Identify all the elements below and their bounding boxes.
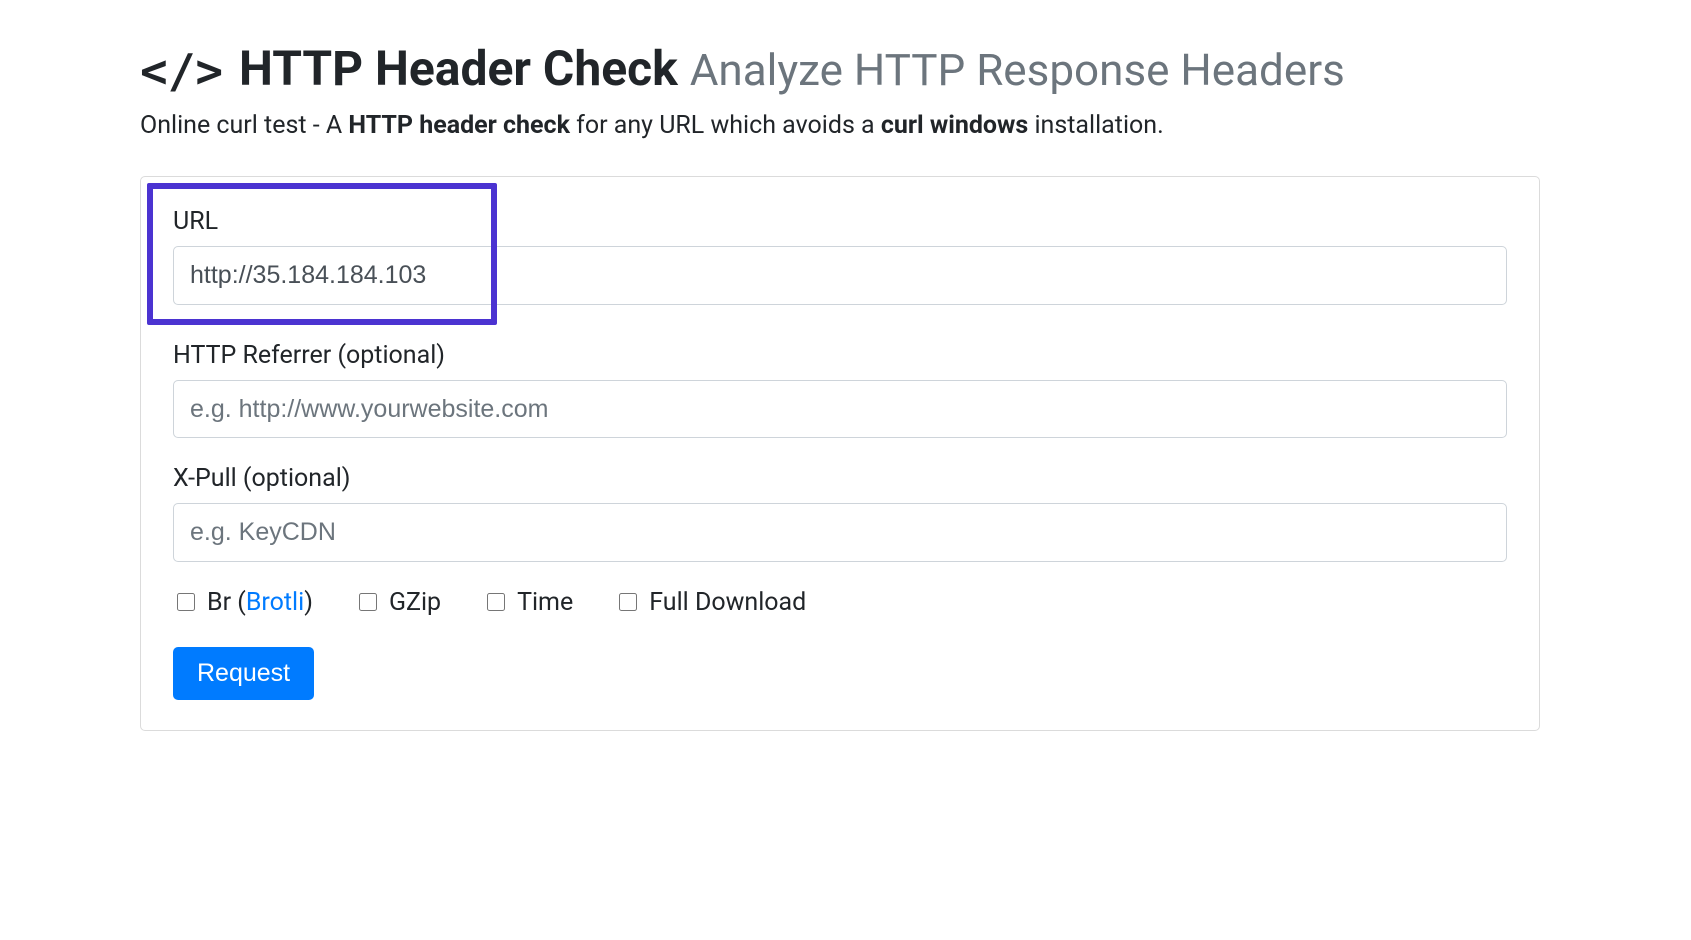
option-time-label: Time [517,588,573,617]
lead-bold-2: curl windows [881,111,1028,140]
url-form-group: URL [173,207,1507,305]
option-gzip[interactable]: GZip [355,588,441,617]
xpull-label: X-Pull (optional) [173,464,1507,493]
checkbox-br[interactable] [177,593,195,611]
checkbox-full-download[interactable] [619,593,637,611]
page-title: </> HTTP Header Check Analyze HTTP Respo… [140,40,1540,99]
lead-bold-1: HTTP header check [348,111,570,140]
option-br-suffix: ) [304,588,313,617]
xpull-form-group: X-Pull (optional) [173,464,1507,562]
referrer-form-group: HTTP Referrer (optional) [173,341,1507,439]
checkbox-time[interactable] [487,593,505,611]
lead-suffix: installation. [1028,111,1163,140]
lead-prefix: Online curl test - A [140,111,348,140]
checkbox-gzip[interactable] [359,593,377,611]
option-br-label: Br (Brotli) [207,588,313,617]
xpull-input[interactable] [173,503,1507,562]
referrer-input[interactable] [173,380,1507,439]
request-button[interactable]: Request [173,647,314,700]
url-input[interactable] [173,246,1507,305]
option-gzip-label: GZip [389,588,441,617]
option-br[interactable]: Br (Brotli) [173,588,313,617]
code-icon: </> [140,44,223,99]
title-subtitle: Analyze HTTP Response Headers [690,44,1345,96]
title-main: HTTP Header Check [239,40,678,97]
option-time[interactable]: Time [483,588,573,617]
options-row: Br (Brotli) GZip Time Full Download [173,588,1507,617]
form-card: URL HTTP Referrer (optional) X-Pull (opt… [140,176,1540,731]
option-br-prefix: Br ( [207,588,246,617]
option-full-download-label: Full Download [649,588,806,617]
url-label: URL [173,207,1507,236]
brotli-link[interactable]: Brotli [246,588,304,617]
referrer-label: HTTP Referrer (optional) [173,341,1507,370]
lead-text: Online curl test - A HTTP header check f… [140,111,1540,140]
lead-mid: for any URL which avoids a [570,111,881,140]
option-full-download[interactable]: Full Download [615,588,806,617]
